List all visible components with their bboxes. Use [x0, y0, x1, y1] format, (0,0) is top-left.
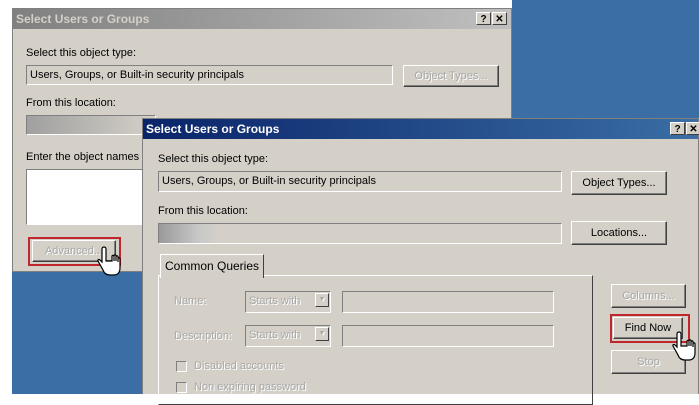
front-dialog-title: Select Users or Groups [146, 122, 280, 136]
description-mode-select[interactable]: Starts with ▼ [245, 325, 331, 347]
back-enter-names-field[interactable] [26, 169, 146, 225]
front-close-button[interactable]: ✕ [686, 122, 699, 135]
back-close-button[interactable]: ✕ [492, 12, 507, 25]
back-dialog-title: Select Users or Groups [16, 12, 150, 26]
name-input[interactable] [342, 291, 554, 313]
chevron-down-icon: ▼ [315, 293, 329, 307]
disabled-accounts-checkbox[interactable] [176, 361, 187, 372]
columns-button[interactable]: Columns... [611, 284, 686, 308]
front-object-type-field: Users, Groups, or Built-in security prin… [158, 171, 562, 192]
front-location-label: From this location: [158, 205, 248, 217]
name-label: Name: [174, 295, 207, 307]
back-object-types-button[interactable]: Object Types... [403, 65, 499, 87]
front-object-types-button[interactable]: Object Types... [571, 171, 667, 195]
description-label: Description: [174, 330, 233, 342]
back-dialog-titlebar[interactable]: Select Users or Groups [13, 9, 511, 29]
description-input[interactable] [342, 325, 554, 347]
back-object-type-field: Users, Groups, or Built-in security prin… [26, 65, 393, 85]
name-mode-value: Starts with [249, 295, 301, 307]
front-dialog: Select Users or Groups ? ✕ Select this o… [142, 118, 699, 405]
back-help-button[interactable]: ? [476, 12, 491, 25]
name-mode-select[interactable]: Starts with ▼ [245, 291, 331, 313]
front-dialog-titlebar[interactable]: Select Users or Groups [143, 119, 698, 139]
non-expiring-password-checkbox[interactable] [176, 382, 187, 393]
hand-cursor-icon [672, 331, 696, 361]
locations-button[interactable]: Locations... [571, 221, 667, 245]
disabled-accounts-label: Disabled accounts [194, 360, 284, 372]
back-location-label: From this location: [26, 97, 116, 109]
front-help-button[interactable]: ? [670, 122, 685, 135]
front-location-field [158, 223, 562, 244]
description-mode-value: Starts with [249, 329, 301, 341]
back-location-field [26, 115, 156, 135]
back-enter-names-label: Enter the object names [26, 151, 140, 163]
chevron-down-icon: ▼ [315, 327, 329, 341]
hand-cursor-icon [97, 246, 121, 276]
non-expiring-password-label: Non expiring password [194, 381, 306, 393]
desktop-blue-area-lower [12, 272, 142, 394]
back-object-type-label: Select this object type: [26, 47, 137, 59]
front-object-type-label: Select this object type: [158, 153, 269, 165]
tab-common-queries[interactable]: Common Queries [160, 254, 264, 278]
